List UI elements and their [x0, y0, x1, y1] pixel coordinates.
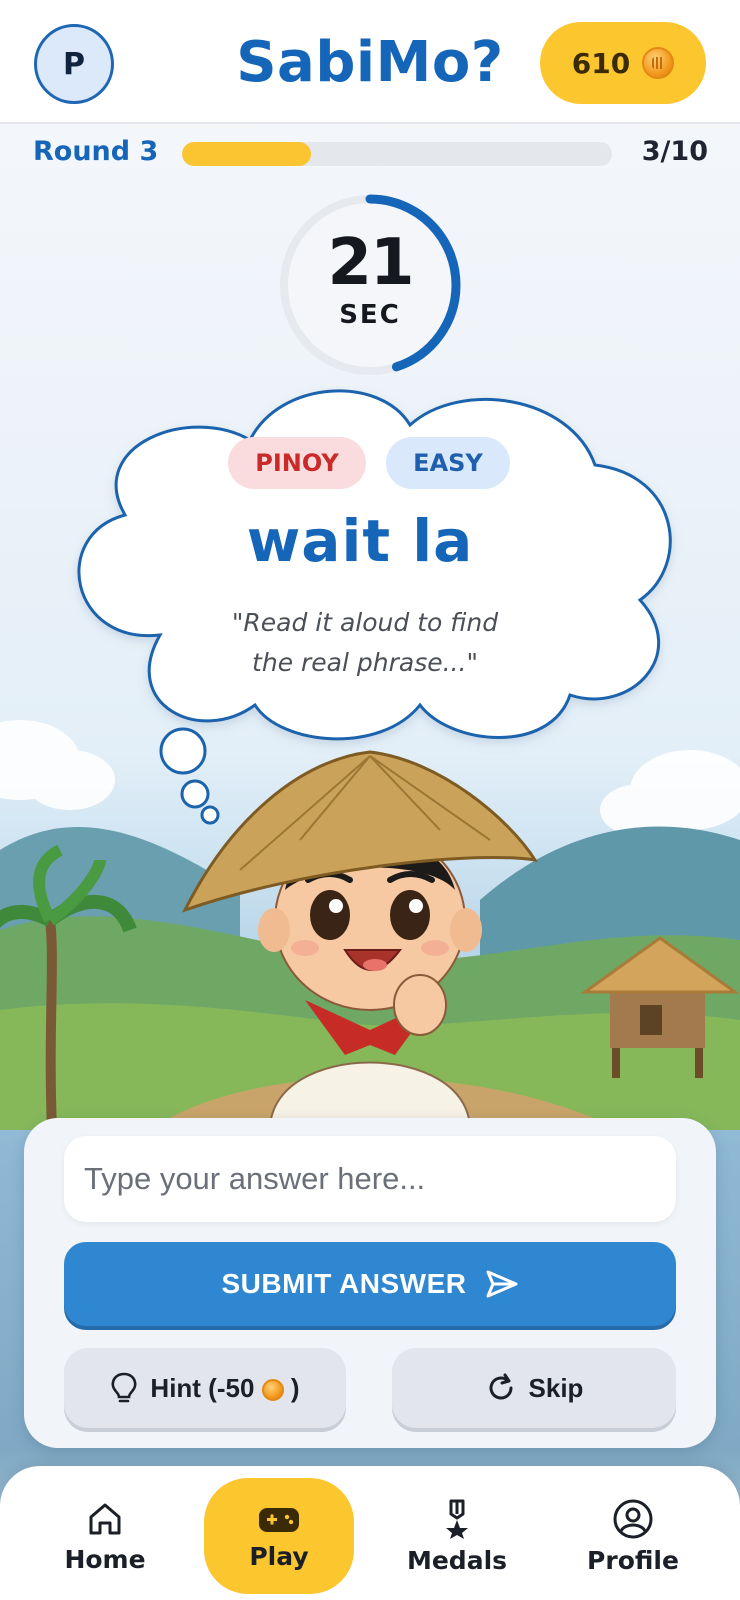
gamepad-icon — [259, 1507, 299, 1532]
countdown-timer: 21 SEC — [275, 190, 465, 380]
nav-label-medals: Medals — [406, 1545, 508, 1575]
skip-label: Skip — [528, 1372, 584, 1403]
category-tag: PINOY — [228, 437, 366, 489]
progress-bar-fill — [182, 142, 311, 166]
nav-item-profile[interactable]: Profile — [558, 1484, 708, 1588]
bottom-navigation: Home Play Medals Profile — [0, 1466, 740, 1600]
progress-bar — [182, 142, 612, 166]
home-icon — [89, 1503, 121, 1534]
timer-seconds: 21 — [327, 226, 414, 300]
difficulty-tag: EASY — [386, 437, 510, 489]
submit-answer-label: SUBMIT ANSWER — [221, 1268, 467, 1299]
send-icon — [486, 1270, 517, 1298]
coin-balance-badge[interactable]: 610 — [540, 22, 706, 104]
coin-icon — [642, 47, 675, 79]
hint-label: Hint (-50 ) — [150, 1373, 299, 1404]
profile-icon — [613, 1499, 653, 1538]
coin-balance-value: 610 — [571, 46, 631, 80]
character-scene-image — [0, 720, 740, 1131]
answer-panel: SUBMIT ANSWER Hint (-50 ) Skip — [24, 1118, 716, 1448]
puzzle-instruction: "Read it aloud to find the real phrase..… — [231, 608, 499, 677]
coin-icon — [261, 1378, 284, 1401]
hint-cost-close: ) — [290, 1372, 300, 1403]
refresh-icon — [489, 1373, 513, 1400]
skip-button[interactable]: Skip — [392, 1348, 676, 1428]
nav-item-medals[interactable]: Medals — [382, 1484, 532, 1588]
round-label: Round 3 — [33, 136, 159, 167]
top-bar: P SabiMo? 610 — [0, 0, 740, 124]
nav-item-home[interactable]: Home — [30, 1484, 180, 1588]
timer-unit: SEC — [339, 300, 401, 330]
puzzle-phrase: wait la — [246, 507, 474, 575]
question-count: 3/10 — [641, 136, 708, 167]
lightbulb-icon — [111, 1372, 137, 1403]
hint-button[interactable]: Hint (-50 ) — [64, 1348, 346, 1428]
nav-label-home: Home — [64, 1544, 146, 1574]
answer-input[interactable] — [64, 1136, 676, 1222]
nav-label-play: Play — [249, 1541, 309, 1571]
nav-label-profile: Profile — [587, 1545, 679, 1575]
scene-illustration — [0, 700, 740, 1131]
submit-answer-button[interactable]: SUBMIT ANSWER — [64, 1242, 676, 1326]
nav-item-play[interactable]: Play — [204, 1478, 354, 1594]
medal-icon — [446, 1499, 468, 1539]
hint-cost-text: Hint (-50 — [150, 1372, 255, 1403]
